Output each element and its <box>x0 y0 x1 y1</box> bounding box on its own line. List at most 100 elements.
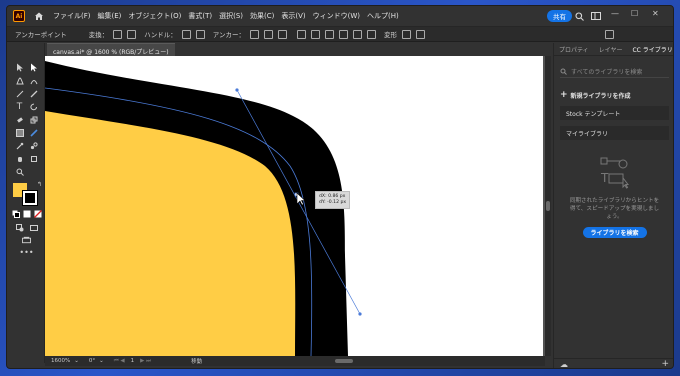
rotate-tool-icon[interactable] <box>29 102 38 111</box>
selection-tool-icon[interactable] <box>15 63 24 72</box>
default-colors-icon[interactable] <box>11 209 20 218</box>
menu-bar: Ai ファイル(F) 編集(E) オブジェクト(O) 書式(T) 選択(S) 効… <box>7 6 673 26</box>
hand-tool-icon[interactable] <box>15 154 24 163</box>
artwork[interactable] <box>45 56 543 356</box>
app-window: Ai ファイル(F) 編集(E) オブジェクト(O) 書式(T) 選択(S) 効… <box>6 5 674 369</box>
artboard-number[interactable]: 1 <box>131 358 135 364</box>
type-tool-icon[interactable]: T <box>15 102 24 112</box>
arrange-icon[interactable] <box>416 29 425 39</box>
handle-hide-icon[interactable] <box>195 29 205 39</box>
libraries-panel: プロパティ レイヤー CC ライブラリ ≡ すべてのライブラリを検索 + 新規ラ… <box>553 43 673 368</box>
next-artboard-icon[interactable]: ▶ ⏭ <box>140 358 151 365</box>
tab-cc-libraries[interactable]: CC ライブラリ <box>627 45 673 54</box>
workspace-icon[interactable] <box>590 10 602 22</box>
share-button[interactable]: 共有 <box>547 10 572 22</box>
pen-tool-icon[interactable] <box>15 76 24 85</box>
eyedropper-tool-icon[interactable] <box>15 141 24 150</box>
vertical-scrollbar[interactable] <box>545 56 551 356</box>
handle-point-top[interactable] <box>235 88 239 92</box>
convert-smooth-icon[interactable] <box>127 29 137 39</box>
horizontal-scroll-thumb[interactable] <box>335 359 353 363</box>
zoom-dropdown-icon[interactable]: ⌄ <box>74 358 79 364</box>
menu-select[interactable]: 選択(S) <box>219 11 243 21</box>
home-icon[interactable] <box>33 10 45 22</box>
eraser-tool-icon[interactable] <box>15 115 24 124</box>
library-illustration-icon: T <box>595 156 635 190</box>
app-logo: Ai <box>13 10 25 22</box>
library-empty-text: 同期されたライブラリからヒントを得て、スピードアップを実現しましょう。 <box>569 198 660 220</box>
align-center-icon[interactable] <box>311 29 320 39</box>
draw-mode-icon[interactable] <box>15 223 24 232</box>
menu-list: ファイル(F) 編集(E) オブジェクト(O) 書式(T) 選択(S) 効果(C… <box>53 11 406 21</box>
search-icon <box>560 68 567 75</box>
tab-properties[interactable]: プロパティ <box>554 45 594 54</box>
align-left-icon[interactable] <box>297 29 306 39</box>
align-top-icon[interactable] <box>339 29 348 39</box>
zoom-tool-icon[interactable] <box>15 167 24 176</box>
isolate-icon[interactable] <box>402 29 411 39</box>
align-right-icon[interactable] <box>325 29 334 39</box>
mesh-tool-icon[interactable] <box>29 128 38 137</box>
control-bar: アンカーポイント 変換： ハンドル： アンカー： 変形 <box>7 26 673 42</box>
menu-file[interactable]: ファイル(F) <box>53 11 91 21</box>
align-middle-icon[interactable] <box>353 29 362 39</box>
rotation-value[interactable]: 0° <box>89 358 95 364</box>
swap-colors-icon[interactable]: ↰ <box>35 180 44 189</box>
canvas-area[interactable]: dX: 0.86 px dY: -0.12 px <box>45 56 545 356</box>
add-content-icon[interactable]: + <box>661 359 669 368</box>
cut-path-icon[interactable] <box>278 29 287 39</box>
color-mode-icon[interactable] <box>22 209 31 218</box>
menu-effect[interactable]: 効果(C) <box>250 11 274 21</box>
library-item-stock[interactable]: Stock テンプレート <box>560 106 669 120</box>
menu-type[interactable]: 書式(T) <box>188 11 212 21</box>
handle-show-icon[interactable] <box>181 29 191 39</box>
more-tools-icon[interactable]: ••• <box>19 248 33 257</box>
vertical-scroll-thumb[interactable] <box>546 201 550 211</box>
connect-icon[interactable] <box>264 29 273 39</box>
cloud-icon[interactable]: ☁ <box>560 360 568 368</box>
close-icon[interactable]: ✕ <box>652 9 659 18</box>
scale-tool-icon[interactable] <box>29 115 38 124</box>
menu-view[interactable]: 表示(V) <box>281 11 305 21</box>
library-search-input[interactable]: すべてのライブラリを検索 <box>560 66 669 78</box>
screen-mode-icon[interactable] <box>29 223 38 232</box>
search-icon[interactable] <box>573 10 585 22</box>
remove-anchor-icon[interactable] <box>250 29 259 39</box>
minimize-icon[interactable]: — <box>611 9 619 18</box>
prev-artboard-icon[interactable]: ⏮ ◀ <box>114 358 125 365</box>
curvature-tool-icon[interactable] <box>29 76 38 85</box>
convert-corner-icon[interactable] <box>113 29 123 39</box>
artboard[interactable]: dX: 0.86 px dY: -0.12 px <box>45 56 543 356</box>
transform-label[interactable]: 変形 <box>384 29 397 39</box>
artboard-tool-icon[interactable] <box>29 154 38 163</box>
status-bar: 1600% ⌄ 0° ⌄ ⏮ ◀ 1 ▶ ⏭ 移動 <box>45 356 545 366</box>
blend-tool-icon[interactable] <box>29 141 38 150</box>
handle-point-bottom[interactable] <box>358 312 362 316</box>
align-bottom-icon[interactable] <box>367 29 376 39</box>
menu-edit[interactable]: 編集(E) <box>98 11 122 21</box>
anchor-point-label: アンカーポイント <box>15 31 67 39</box>
tab-layers[interactable]: レイヤー <box>594 45 628 54</box>
gradient-tool-icon[interactable] <box>15 128 24 137</box>
line-tool-icon[interactable] <box>15 89 24 98</box>
maximize-icon[interactable]: ☐ <box>631 9 638 18</box>
direct-selection-tool-icon[interactable] <box>29 63 38 72</box>
stroke-swatch[interactable] <box>22 190 38 206</box>
library-item-my-library[interactable]: マイライブラリ <box>560 126 669 140</box>
menu-window[interactable]: ウィンドウ(W) <box>313 11 360 21</box>
document-tab[interactable]: canvas.ai* @ 1600 % (RGB/プレビュー) <box>47 43 175 56</box>
menu-help[interactable]: ヘルプ(H) <box>367 11 399 21</box>
convert-label: 変換： <box>88 31 109 39</box>
brush-tool-icon[interactable] <box>29 89 38 98</box>
zoom-level[interactable]: 1600% <box>51 358 70 364</box>
edit-toolbar-icon[interactable] <box>22 235 31 244</box>
panel-menu-icon[interactable] <box>605 29 614 39</box>
anchor-label: アンカー： <box>212 31 245 39</box>
none-color-icon[interactable] <box>33 209 42 218</box>
new-library-button[interactable]: + 新規ライブラリを作成 <box>560 90 669 100</box>
panel-tabs: プロパティ レイヤー CC ライブラリ ≡ <box>554 43 673 56</box>
rotation-dropdown-icon[interactable]: ⌄ <box>99 358 104 364</box>
search-library-button[interactable]: ライブラリを検索 <box>582 227 647 239</box>
menu-object[interactable]: オブジェクト(O) <box>128 11 181 21</box>
document-tabs: canvas.ai* @ 1600 % (RGB/プレビュー) <box>47 43 175 56</box>
